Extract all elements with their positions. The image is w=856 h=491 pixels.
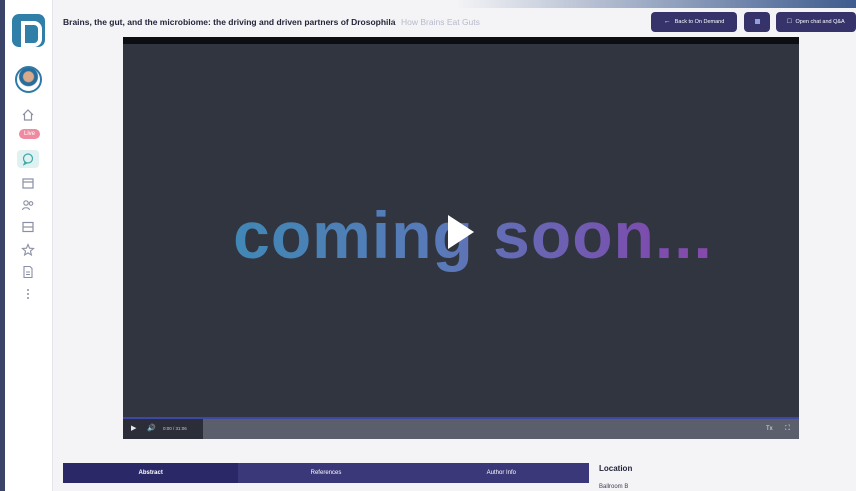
document-icon[interactable] xyxy=(21,265,35,279)
tab-abstract[interactable]: Abstract xyxy=(63,463,239,483)
live-badge[interactable]: Live xyxy=(19,129,40,139)
breadcrumb-separator: / xyxy=(392,17,395,27)
chat-bubble-icon[interactable] xyxy=(21,152,35,166)
app-logo[interactable] xyxy=(12,14,45,47)
open-chat-button[interactable]: □ Open chat and Q&A xyxy=(776,12,856,32)
chat-button-label: Open chat and Q&A xyxy=(795,19,845,25)
video-controls: ▶ 🔊 0:00 / 31:06 Tx ⛶ xyxy=(123,419,799,439)
fullscreen-icon[interactable]: ⛶ xyxy=(785,419,790,439)
volume-icon[interactable]: 🔊 xyxy=(147,419,156,439)
breadcrumb-current[interactable]: How Brains Eat Guts xyxy=(401,17,480,27)
location-label: Location xyxy=(599,464,633,473)
captions-button[interactable]: Tx xyxy=(766,419,773,439)
play-overlay-icon[interactable] xyxy=(448,215,474,249)
page-title: Brains, the gut, and the microbiome: the… xyxy=(63,17,396,27)
video-player[interactable]: coming soon... ▶ 🔊 0:00 / 31:06 Tx ⛶ xyxy=(123,37,799,439)
video-top-bar xyxy=(123,37,799,44)
chat-icon: □ xyxy=(787,18,792,25)
app-window: Live Brains, the gut, and the microbiome… xyxy=(5,0,856,491)
play-icon[interactable]: ▶ xyxy=(131,419,136,439)
grid-icon xyxy=(754,19,760,25)
avatar[interactable] xyxy=(15,66,42,93)
grid-button[interactable] xyxy=(744,12,770,32)
star-icon[interactable] xyxy=(21,243,35,257)
arrow-left-icon: ← xyxy=(663,18,671,25)
archive-icon[interactable] xyxy=(21,220,35,234)
sidebar: Live xyxy=(5,0,53,491)
tab-author-info[interactable]: Author Info xyxy=(414,463,589,483)
calendar-icon[interactable] xyxy=(21,176,35,190)
more-vertical-icon[interactable] xyxy=(21,287,35,301)
back-button-label: Back to On Demand xyxy=(674,19,725,25)
people-icon[interactable] xyxy=(21,198,35,212)
tab-references[interactable]: References xyxy=(238,463,413,483)
location-value: Ballroom B xyxy=(599,484,629,490)
home-icon[interactable] xyxy=(21,108,35,122)
content-tabs: Abstract References Author Info xyxy=(63,463,589,483)
top-glow xyxy=(456,0,856,8)
time-display: 0:00 / 31:06 xyxy=(163,426,187,431)
back-to-on-demand-button[interactable]: ← Back to On Demand xyxy=(651,12,737,32)
